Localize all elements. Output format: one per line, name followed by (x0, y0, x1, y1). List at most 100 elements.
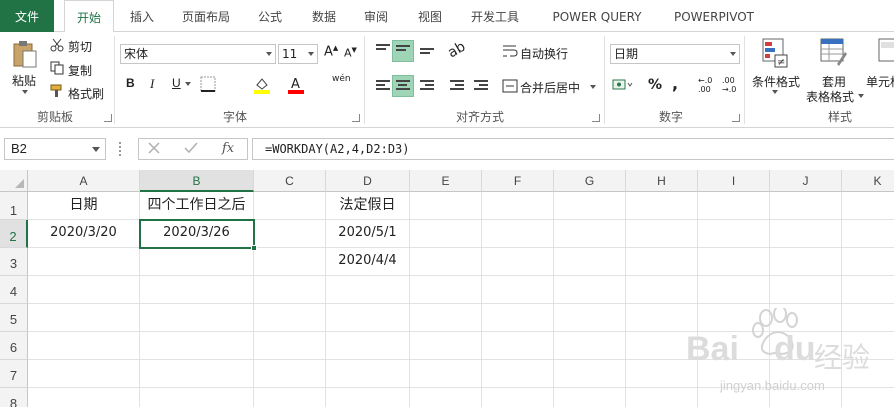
tab-data[interactable]: 数据 (306, 0, 342, 32)
align-top-icon[interactable] (376, 44, 390, 56)
borders-icon[interactable] (200, 76, 216, 95)
grid-cell[interactable] (698, 220, 770, 248)
row-header-3[interactable]: 3 (0, 248, 28, 276)
grid-cell[interactable] (770, 276, 842, 304)
cell-d1[interactable]: 法定假日 (326, 192, 410, 220)
grid-cell[interactable] (626, 360, 698, 388)
grow-font-icon[interactable]: A▲ (324, 44, 338, 59)
row-header-6[interactable]: 6 (0, 332, 28, 360)
grid-cell[interactable] (140, 388, 254, 407)
grid-cell[interactable] (698, 248, 770, 276)
format-as-table-dropdown-icon[interactable] (858, 94, 864, 98)
insert-function-icon[interactable]: fx (222, 141, 234, 156)
grid-cell[interactable] (770, 388, 842, 407)
align-bottom-icon[interactable] (420, 48, 434, 60)
column-header-h[interactable]: H (626, 170, 698, 192)
tab-powerpivot[interactable]: POWERPIVOT (662, 0, 766, 32)
cell-d3[interactable]: 2020/4/4 (326, 248, 410, 276)
grid-cell[interactable] (140, 276, 254, 304)
grid-cell[interactable] (554, 304, 626, 332)
grid-cell[interactable] (842, 192, 894, 220)
grid-cell[interactable] (482, 332, 554, 360)
grid-cell[interactable] (842, 332, 894, 360)
paste-dropdown-icon[interactable] (22, 90, 28, 94)
grid-cell[interactable] (698, 332, 770, 360)
chevron-down-icon[interactable] (92, 147, 100, 152)
grid-cell[interactable] (770, 360, 842, 388)
grid-cell[interactable] (770, 304, 842, 332)
column-header-a[interactable]: A (28, 170, 140, 192)
merge-dropdown-icon[interactable] (590, 85, 596, 89)
grid-cell[interactable] (770, 192, 842, 220)
grid-cell[interactable] (254, 304, 326, 332)
grid-cell[interactable] (140, 248, 254, 276)
merge-center-icon[interactable] (502, 79, 518, 96)
clipboard-launcher-icon[interactable] (104, 114, 112, 122)
paste-button[interactable]: 粘贴 (12, 72, 36, 89)
grid-cell[interactable] (698, 192, 770, 220)
tab-formulas[interactable]: 公式 (252, 0, 288, 32)
cut-button[interactable]: 剪切 (68, 38, 92, 55)
bold-button[interactable]: B (126, 76, 135, 90)
formula-bar-grip-icon[interactable] (119, 142, 121, 156)
grid-cell[interactable] (482, 220, 554, 248)
tab-insert[interactable]: 插入 (124, 0, 160, 32)
grid-cell[interactable] (254, 332, 326, 360)
tab-view[interactable]: 视图 (412, 0, 448, 32)
grid-cell[interactable] (254, 388, 326, 407)
grid-cell[interactable] (254, 276, 326, 304)
cell-a2[interactable]: 2020/3/20 (28, 220, 140, 248)
grid-cell[interactable] (410, 360, 482, 388)
cell-styles-button[interactable]: 单元格 (866, 73, 894, 90)
comma-button[interactable]: , (672, 74, 678, 93)
tab-power-query[interactable]: POWER QUERY (544, 0, 650, 32)
grid-cell[interactable] (842, 220, 894, 248)
grid-cell[interactable] (326, 360, 410, 388)
row-header-2[interactable]: 2 (0, 220, 28, 248)
grid-cell[interactable] (410, 388, 482, 407)
grid-cell[interactable] (554, 248, 626, 276)
grid-cell[interactable] (554, 192, 626, 220)
fill-handle[interactable] (251, 245, 257, 251)
grid-cell[interactable] (698, 360, 770, 388)
row-header-7[interactable]: 7 (0, 360, 28, 388)
grid-cell[interactable] (326, 388, 410, 407)
wrap-text-icon[interactable] (502, 44, 518, 61)
grid-cell[interactable] (410, 248, 482, 276)
grid-cell[interactable] (254, 248, 326, 276)
grid-cell[interactable] (254, 192, 326, 220)
font-color-icon[interactable]: A (287, 76, 305, 97)
align-left-icon[interactable] (376, 80, 390, 92)
grid-cell[interactable] (842, 276, 894, 304)
grid-cell[interactable] (28, 360, 140, 388)
cancel-icon[interactable] (148, 142, 160, 157)
grid-cell[interactable] (842, 248, 894, 276)
accounting-format-icon[interactable] (612, 78, 634, 95)
column-header-j[interactable]: J (770, 170, 842, 192)
percent-button[interactable]: % (648, 77, 662, 93)
grid-cell[interactable] (842, 360, 894, 388)
grid-cell[interactable] (698, 276, 770, 304)
increase-decimal-icon[interactable]: ←.0.00 (698, 76, 712, 94)
grid-cell[interactable] (626, 220, 698, 248)
shrink-font-icon[interactable]: A▼ (344, 46, 357, 60)
grid-cell[interactable] (326, 304, 410, 332)
column-header-d[interactable]: D (326, 170, 410, 192)
grid-cell[interactable] (482, 388, 554, 407)
format-painter-button[interactable]: 格式刷 (68, 85, 104, 102)
column-header-e[interactable]: E (410, 170, 482, 192)
grid-cell[interactable] (326, 332, 410, 360)
tab-review[interactable]: 审阅 (358, 0, 394, 32)
grid-cell[interactable] (28, 248, 140, 276)
merge-center-button[interactable]: 合并后居中 (520, 79, 580, 96)
row-header-1[interactable]: 1 (0, 192, 28, 220)
grid-cell[interactable] (28, 388, 140, 407)
align-right-icon[interactable] (420, 80, 434, 92)
grid-cell[interactable] (554, 276, 626, 304)
row-header-8[interactable]: 8 (0, 388, 28, 407)
grid-cell[interactable] (842, 388, 894, 407)
cell-b1[interactable]: 四个工作日之后 (140, 192, 254, 220)
grid-cell[interactable] (140, 332, 254, 360)
row-header-5[interactable]: 5 (0, 304, 28, 332)
column-header-g[interactable]: G (554, 170, 626, 192)
